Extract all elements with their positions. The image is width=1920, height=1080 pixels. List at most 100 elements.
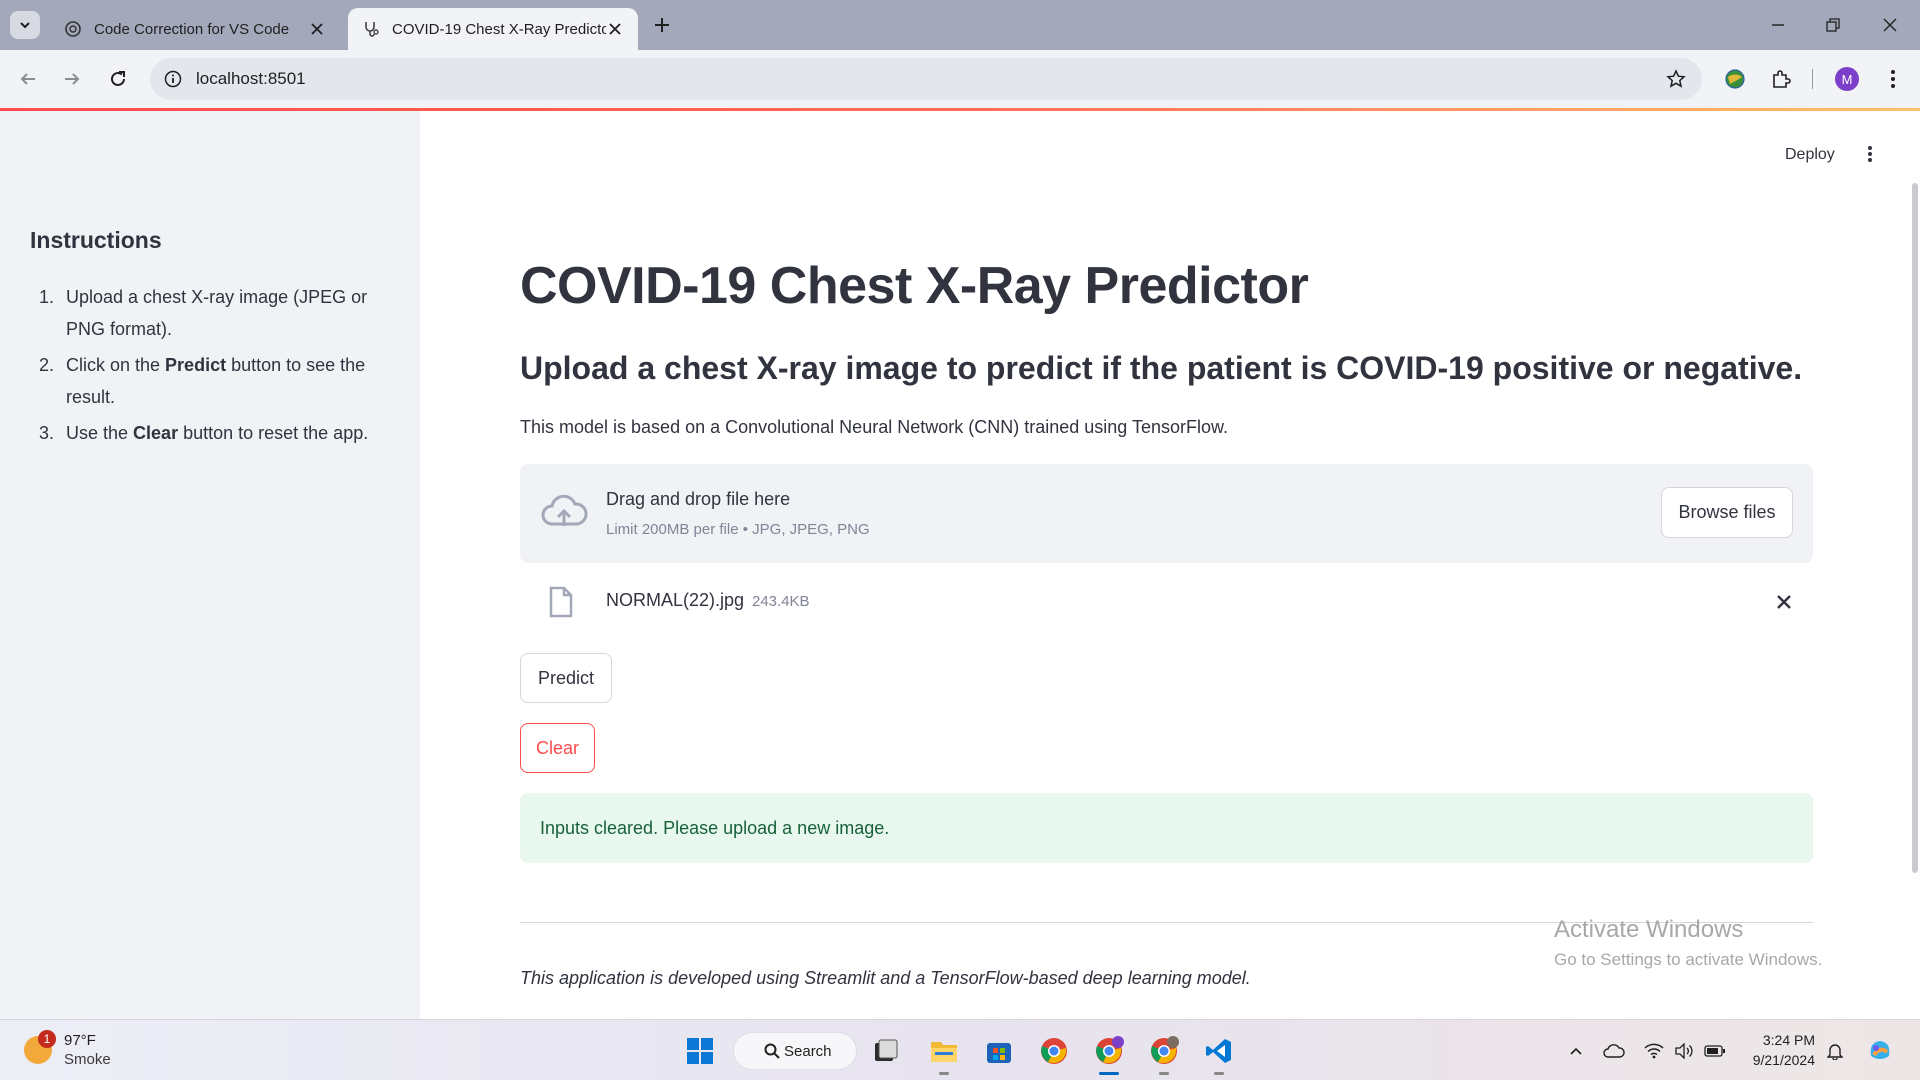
battery-icon[interactable] (1704, 1040, 1726, 1062)
page-title: COVID-19 Chest X-Ray Predictor (520, 257, 1309, 315)
extension-globe-icon[interactable] (1721, 65, 1749, 93)
file-icon (549, 586, 573, 618)
notification-badge: 1 (38, 1030, 56, 1048)
forward-button[interactable] (58, 65, 86, 93)
tab-title: COVID-19 Chest X-Ray Predictor (392, 20, 606, 38)
tab-title: Code Correction for VS Code (94, 20, 290, 38)
back-button[interactable] (14, 65, 42, 93)
file-name: NORMAL(22).jpg (606, 590, 745, 610)
model-description: This model is based on a Convolutional N… (520, 417, 1228, 437)
footer-note: This application is developed using Stre… (520, 968, 1251, 988)
alert-text: Inputs cleared. Please upload a new imag… (540, 817, 890, 838)
notification-bell-icon[interactable] (1824, 1040, 1846, 1062)
extensions-puzzle-icon[interactable] (1767, 65, 1795, 93)
onedrive-cloud-icon[interactable] (1603, 1040, 1625, 1062)
chrome-icon[interactable] (1036, 1033, 1072, 1069)
clear-button[interactable]: Clear (520, 723, 595, 773)
more-vertical-icon (1868, 146, 1872, 162)
wifi-icon[interactable] (1643, 1040, 1665, 1062)
uploaded-file: NORMAL(22).jpg 243.4KB (520, 578, 1813, 626)
volume-icon[interactable] (1673, 1040, 1695, 1062)
chrome-profile-m-icon[interactable] (1091, 1033, 1127, 1075)
close-tab-icon[interactable] (606, 20, 624, 38)
instruction-text: button to reset the app. (178, 423, 369, 443)
tab-search-button[interactable] (10, 11, 40, 39)
file-explorer-icon[interactable] (926, 1033, 962, 1075)
sidebar: Instructions 1. Upload a chest X-ray ima… (0, 111, 420, 1019)
search-icon (764, 1043, 780, 1059)
microsoft-store-icon[interactable] (981, 1033, 1017, 1069)
copilot-icon[interactable] (1865, 1036, 1895, 1066)
browser-tab-bar: Code Correction for VS Code COVID-19 Che… (0, 0, 1920, 50)
app-menu-button[interactable] (1860, 142, 1880, 166)
more-vertical-icon (1891, 70, 1895, 88)
reload-button[interactable] (104, 65, 132, 93)
site-info-icon[interactable] (160, 66, 186, 92)
running-indicator (1159, 1072, 1169, 1075)
instruction-bold: Predict (165, 355, 227, 375)
remove-file-button[interactable] (1772, 590, 1796, 614)
watermark-subtitle: Go to Settings to activate Windows. (1554, 950, 1823, 969)
weather-temperature: 97°F (64, 1032, 96, 1049)
profile-avatar[interactable]: M (1835, 67, 1859, 91)
instruction-text: Click on the (66, 355, 166, 375)
windows-start-icon[interactable] (682, 1033, 718, 1069)
sidebar-title: Instructions (30, 227, 162, 253)
file-size: 243.4KB (752, 593, 810, 610)
browse-files-button[interactable]: Browse files (1661, 487, 1793, 538)
active-indicator (1099, 1072, 1119, 1075)
list-number: 3. (38, 423, 54, 443)
page-scrollbar[interactable] (1912, 183, 1918, 873)
dropzone-limit: Limit 200MB per file • JPG, JPEG, PNG (606, 521, 870, 538)
instruction-text: Use the (66, 423, 134, 443)
dropzone-instructions: Drag and drop file here (606, 489, 791, 509)
close-tab-icon[interactable] (308, 20, 326, 38)
predict-button[interactable]: Predict (520, 653, 612, 703)
file-dropzone[interactable]: Drag and drop file here Limit 200MB per … (520, 464, 1813, 563)
system-clock[interactable]: 3:24 PM 9/21/2024 (1745, 1030, 1815, 1070)
deploy-button[interactable]: Deploy (1785, 146, 1835, 164)
arrow-right-icon (65, 73, 80, 85)
close-window-button[interactable] (1875, 12, 1905, 38)
tab-covid-predictor[interactable]: COVID-19 Chest X-Ray Predictor (348, 8, 638, 50)
instruction-bold: Clear (133, 423, 179, 443)
page-subtitle: Upload a chest X-ray image to predict if… (520, 350, 1803, 386)
browser-toolbar: localhost:8501 M (0, 50, 1920, 108)
task-view-icon[interactable] (868, 1033, 904, 1069)
new-tab-button[interactable] (650, 13, 674, 37)
instruction-item: 2. Click on the Predict button to see th… (30, 349, 390, 413)
plus-icon (655, 18, 669, 32)
chrome-profile-photo-icon[interactable] (1146, 1033, 1182, 1075)
address-bar[interactable]: localhost:8501 (150, 58, 1702, 100)
main-content (420, 111, 1920, 1019)
clock-date: 9/21/2024 (1752, 1052, 1815, 1068)
browser-menu-button[interactable] (1879, 65, 1907, 93)
minimize-icon (1772, 24, 1784, 26)
vscode-icon[interactable] (1201, 1033, 1237, 1075)
activate-windows-watermark: Activate Windows Go to Settings to activ… (1554, 916, 1822, 970)
bookmark-star-icon[interactable] (1664, 67, 1688, 91)
minimize-button[interactable] (1763, 12, 1793, 38)
chevron-down-icon (20, 22, 30, 29)
restore-icon (1826, 18, 1840, 32)
running-indicator (1214, 1072, 1224, 1075)
weather-widget[interactable]: 1 97°F Smoke (24, 1030, 154, 1072)
restore-button[interactable] (1818, 12, 1848, 38)
clock-time: 3:24 PM (1762, 1032, 1815, 1048)
cloud-upload-icon (541, 494, 588, 526)
success-alert: Inputs cleared. Please upload a new imag… (520, 793, 1813, 863)
running-indicator (939, 1072, 949, 1075)
arrow-left-icon (20, 73, 35, 85)
taskbar-search[interactable]: Search (733, 1032, 857, 1070)
tab-code-correction[interactable]: Code Correction for VS Code (50, 8, 340, 50)
openai-icon (64, 20, 82, 38)
watermark-title: Activate Windows (1554, 916, 1744, 943)
instruction-item: 1. Upload a chest X-ray image (JPEG or P… (30, 281, 390, 345)
windows-taskbar: 1 97°F Smoke Search 3:24 PM 9/21/2024 (0, 1019, 1920, 1080)
instruction-item: 3. Use the Clear button to reset the app… (30, 417, 390, 449)
tray-overflow-chevron-icon[interactable] (1565, 1040, 1587, 1062)
list-number: 1. (38, 287, 54, 307)
instructions-list: 1. Upload a chest X-ray image (JPEG or P… (30, 281, 390, 453)
close-icon (1883, 18, 1897, 32)
instruction-text: Upload a chest X-ray image (JPEG or PNG … (66, 287, 368, 339)
